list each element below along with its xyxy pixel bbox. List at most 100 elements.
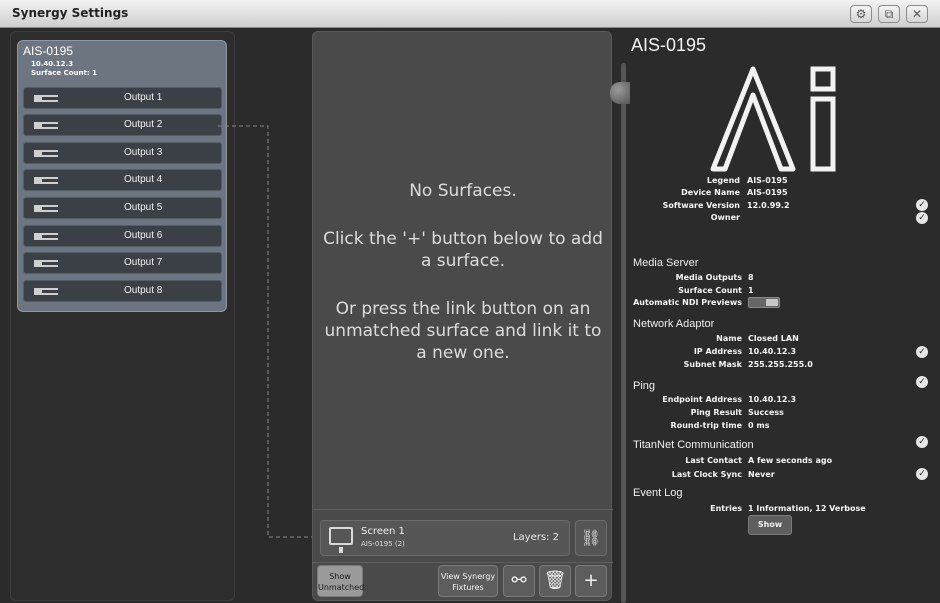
unlink-icon: ⚯ xyxy=(511,570,527,591)
info-key: Automatic NDI Previews xyxy=(633,298,742,307)
device-card[interactable]: AIS-0195 10.40.12.3 Surface Count: 1 Out… xyxy=(17,40,227,312)
output-row[interactable]: Output 1 xyxy=(23,87,222,109)
view-synergy-fixtures-button[interactable]: View Synergy Fixtures xyxy=(438,565,498,597)
output-label: Output 1 xyxy=(124,92,163,103)
info-value: AIS-0195 xyxy=(747,176,788,185)
info-key: Media Outputs xyxy=(675,273,742,282)
empty-hint-link: Or press the link button on an unmatched… xyxy=(324,299,602,363)
output-row[interactable]: Output 8 xyxy=(23,280,222,302)
unlink-button[interactable]: ⚯ xyxy=(503,565,535,597)
ai-logo xyxy=(710,66,836,172)
info-key: Round-trip time xyxy=(670,421,742,430)
info-key: Legend xyxy=(706,176,740,185)
show-unmatched-button[interactable]: Show Unmatched xyxy=(317,565,364,597)
info-title: AIS-0195 xyxy=(631,35,707,55)
section-media-server: Media Server xyxy=(633,257,699,269)
output-label: Output 5 xyxy=(124,202,163,213)
info-value: 8 xyxy=(748,273,754,282)
info-value: Success xyxy=(748,408,784,417)
device-surface-count: Surface Count: 1 xyxy=(31,69,97,77)
output-label: Output 8 xyxy=(124,285,163,296)
info-key: Endpoint Address xyxy=(662,395,742,404)
surface-name: Screen 1 xyxy=(361,526,405,537)
device-name: AIS-0195 xyxy=(23,44,74,58)
info-value: 12.0.99.2 xyxy=(747,201,790,210)
link-surface-button[interactable]: ⛓ xyxy=(575,520,607,556)
output-row[interactable]: Output 2 xyxy=(23,114,222,136)
output-row[interactable]: Output 4 xyxy=(23,169,222,191)
window-title: Synergy Settings xyxy=(12,6,129,20)
info-value: 10.40.12.3 xyxy=(748,395,797,404)
toggle-knob xyxy=(766,299,778,306)
capture-icon: ⧉ xyxy=(884,7,894,21)
info-value: 10.40.12.3 xyxy=(748,347,797,356)
info-key: Last Contact xyxy=(685,456,742,465)
section-titannet: TitanNet Communication xyxy=(633,439,754,451)
trash-icon: 🗑 xyxy=(543,570,567,591)
info-key: Entries xyxy=(710,504,742,513)
device-info-panel: AIS-0195 Legend AIS-0195 Device Name AIS… xyxy=(628,29,940,603)
gear-icon: ⚙ xyxy=(855,7,867,21)
info-value: Never xyxy=(748,470,775,479)
info-value: 1 Information, 12 Verbose xyxy=(748,504,866,513)
check-icon: ✓ xyxy=(916,436,928,448)
title-bar: Synergy Settings ⚙ ⧉ ✕ xyxy=(0,0,940,28)
surface-subtitle: AIS-0195 (2) xyxy=(361,540,405,548)
close-icon: ✕ xyxy=(911,7,923,21)
settings-window-button[interactable]: ⚙ xyxy=(850,5,872,23)
surface-layers: Layers: 2 xyxy=(512,532,559,543)
section-ping: Ping xyxy=(633,380,656,392)
monitor-icon xyxy=(329,527,353,553)
info-key: Software Version xyxy=(662,201,740,210)
output-label: Output 3 xyxy=(124,147,163,158)
screenshot-window-button[interactable]: ⧉ xyxy=(878,5,900,23)
check-icon: ✓ xyxy=(916,199,928,211)
info-value: 255.255.255.0 xyxy=(748,360,813,369)
info-key: IP Address xyxy=(693,347,742,356)
output-label: Output 6 xyxy=(124,230,163,241)
info-key: Device Name xyxy=(681,188,740,197)
info-key: Last Clock Sync xyxy=(671,470,742,479)
info-value: 0 ms xyxy=(748,421,770,430)
main-area: AIS-0195 10.40.12.3 Surface Count: 1 Out… xyxy=(0,29,940,603)
check-icon: ✓ xyxy=(916,376,928,388)
empty-hint-add: Click the '+' button below to add a surf… xyxy=(323,229,603,271)
link-icon: ⛓ xyxy=(580,528,602,547)
output-label: Output 4 xyxy=(124,174,163,185)
surfaces-panel: No Surfaces. Click the '+' button below … xyxy=(312,31,613,601)
output-row[interactable]: Output 5 xyxy=(23,197,222,219)
devices-column: AIS-0195 10.40.12.3 Surface Count: 1 Out… xyxy=(10,31,235,601)
plus-icon: + xyxy=(583,570,599,591)
section-event-log: Event Log xyxy=(633,487,683,499)
output-row[interactable]: Output 7 xyxy=(23,252,222,274)
vertical-splitter[interactable] xyxy=(621,63,626,603)
close-window-button[interactable]: ✕ xyxy=(906,5,928,23)
section-network-adaptor: Network Adaptor xyxy=(633,318,715,330)
info-key: Name xyxy=(716,334,742,343)
info-value: Closed LAN xyxy=(748,334,799,343)
info-key: Surface Count xyxy=(678,286,742,295)
output-row[interactable]: Output 3 xyxy=(23,142,222,164)
delete-button[interactable]: 🗑 xyxy=(539,565,571,597)
show-event-log-button[interactable]: Show xyxy=(748,515,792,535)
ndi-previews-toggle[interactable] xyxy=(748,297,780,308)
info-key: Ping Result xyxy=(690,408,742,417)
output-row[interactable]: Output 6 xyxy=(23,225,222,247)
info-value: A few seconds ago xyxy=(748,456,833,465)
info-key: Subnet Mask xyxy=(683,360,742,369)
divider xyxy=(313,509,613,510)
device-ip: 10.40.12.3 xyxy=(31,60,74,68)
check-icon: ✓ xyxy=(916,346,928,358)
splitter-handle[interactable] xyxy=(610,82,630,104)
info-value: AIS-0195 xyxy=(747,188,788,197)
info-value: 1 xyxy=(748,286,754,295)
empty-title: No Surfaces. xyxy=(409,181,517,201)
divider xyxy=(313,562,613,563)
check-icon: ✓ xyxy=(916,468,928,480)
info-key: Owner xyxy=(710,213,740,222)
surface-card[interactable]: Screen 1 AIS-0195 (2) Layers: 2 xyxy=(320,520,570,556)
output-label: Output 2 xyxy=(124,119,163,130)
check-icon: ✓ xyxy=(916,212,928,224)
output-label: Output 7 xyxy=(124,257,163,268)
add-surface-button[interactable]: + xyxy=(575,565,607,597)
